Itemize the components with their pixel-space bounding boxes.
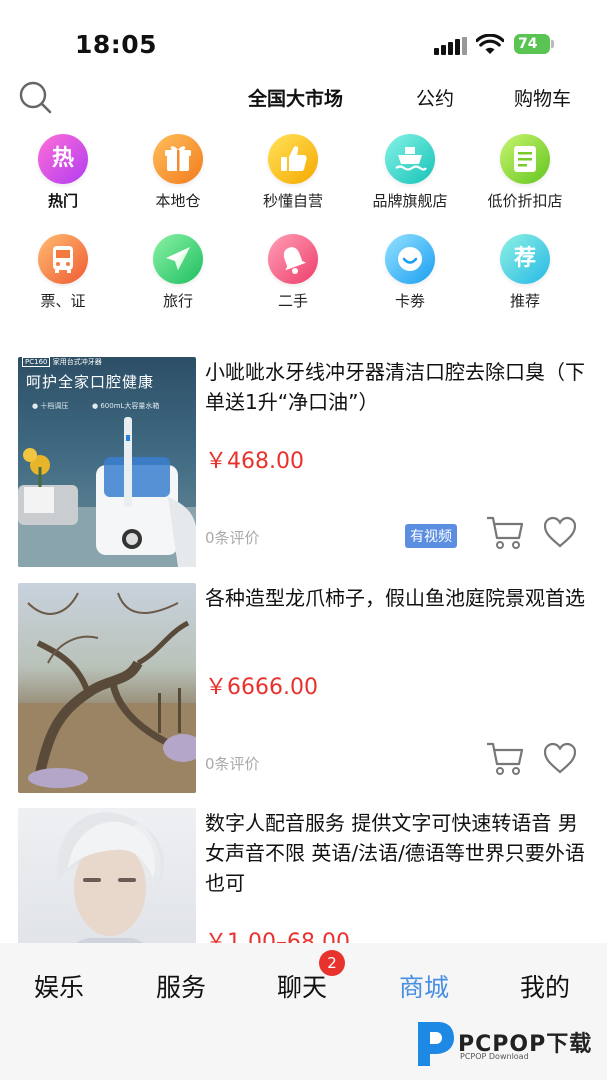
category-label: 旅行	[162, 292, 193, 310]
watermark-logo: PCPOP下载 PCPOP Download	[412, 1014, 602, 1070]
tab-national-market[interactable]: 全国大市场	[248, 84, 343, 111]
review-count: 0条评价	[205, 529, 260, 547]
tab-mall[interactable]: 商城	[379, 968, 469, 1004]
fire-icon: 热	[38, 134, 88, 184]
bell-icon	[268, 234, 318, 284]
bus-icon	[38, 234, 88, 284]
product-title[interactable]: 数字人配音服务 提供文字可快速转语音 男女声音不限 英语/法语/德语等世界只要外…	[205, 808, 590, 898]
category-label: 热门	[47, 192, 78, 210]
category-local-warehouse[interactable]: 本地仓	[123, 134, 233, 211]
review-count: 0条评价	[205, 755, 260, 773]
smile-icon	[385, 234, 435, 284]
category-label: 本地仓	[155, 192, 201, 210]
cellular-signal-icon	[434, 37, 468, 55]
category-label: 品牌旗舰店	[372, 192, 448, 210]
product-price: ￥468.00	[205, 449, 304, 474]
product-card[interactable]: 各种造型龙爪柿子，假山鱼池庭院景观首选 ￥6666.00 0条评价	[18, 583, 598, 795]
category-travel[interactable]: 旅行	[123, 234, 233, 311]
tab-shopping-cart[interactable]: 购物车	[514, 84, 571, 111]
recommend-icon: 荐	[500, 234, 550, 284]
tab-me[interactable]: 我的	[500, 968, 590, 1004]
ship-icon	[385, 134, 435, 184]
favorite-heart-icon[interactable]	[542, 515, 578, 549]
battery-tip	[551, 40, 554, 48]
product-image-digital-human[interactable]	[18, 808, 196, 943]
hot-icon-glyph: 热	[51, 146, 74, 171]
product-title[interactable]: 各种造型龙爪柿子，假山鱼池庭院景观首选	[205, 583, 590, 613]
category-label: 秒懂自营	[262, 192, 323, 210]
category-label: 推荐	[509, 292, 540, 310]
pcpop-logo-icon	[418, 1022, 454, 1066]
product-price: ￥6666.00	[205, 675, 318, 700]
digital-human-illustration	[57, 812, 164, 943]
tab-entertainment[interactable]: 娱乐	[14, 968, 104, 1004]
product-title[interactable]: 小呲呲水牙线冲牙器清洁口腔去除口臭（下单送1升“净口油”）	[205, 357, 590, 417]
category-label: 票、证	[40, 292, 86, 310]
search-icon[interactable]	[16, 78, 56, 118]
receipt-icon	[500, 134, 550, 184]
battery-level: 74	[518, 36, 538, 52]
add-to-cart-icon[interactable]	[485, 514, 525, 550]
water-flosser-illustration	[18, 417, 196, 567]
category-label: 卡劵	[394, 292, 425, 310]
product-card[interactable]: 数字人配音服务 提供文字可快速转语音 男女声音不限 英语/法语/德语等世界只要外…	[18, 808, 598, 943]
clock: 18:05	[75, 30, 158, 59]
product-card[interactable]: PC160 家用台式冲牙器 呵护全家口腔健康 ● 十档调压 ● 600mL大容量…	[18, 357, 598, 569]
wifi-icon	[476, 34, 504, 54]
category-brand-flagship[interactable]: 品牌旗舰店	[355, 134, 465, 211]
chat-unread-badge: 2	[319, 950, 345, 976]
video-badge: 有视频	[405, 524, 457, 548]
recommend-icon-glyph: 荐	[513, 246, 536, 271]
category-second-hand[interactable]: 二手	[238, 234, 348, 311]
category-tickets[interactable]: 票、证	[8, 234, 118, 311]
category-label: 低价折扣店	[487, 192, 563, 210]
product-image-persimmon-tree[interactable]	[18, 583, 196, 793]
status-bar: 18:05 74	[0, 0, 607, 72]
battery-icon: 74	[514, 34, 550, 54]
tab-services[interactable]: 服务	[136, 968, 226, 1004]
product-price: ￥1.00–68.00	[205, 930, 350, 943]
thumbs-up-icon	[268, 134, 318, 184]
add-to-cart-icon[interactable]	[485, 740, 525, 776]
category-label: 二手	[277, 292, 308, 310]
tab-convention[interactable]: 公约	[416, 84, 454, 111]
product-image-water-flosser[interactable]: PC160 家用台式冲牙器 呵护全家口腔健康 ● 十档调压 ● 600mL大容量…	[18, 357, 196, 567]
category-discount-store[interactable]: 低价折扣店	[470, 134, 580, 211]
category-coupons[interactable]: 卡劵	[355, 234, 465, 311]
category-hot[interactable]: 热 热门	[8, 134, 118, 211]
airplane-icon	[153, 234, 203, 284]
category-recommend[interactable]: 荐 推荐	[470, 234, 580, 311]
watermark-subtext: PCPOP Download	[460, 1052, 529, 1061]
gift-icon	[153, 134, 203, 184]
persimmon-tree-illustration	[18, 592, 196, 793]
top-bar: 全国大市场 公约 购物车	[0, 72, 607, 124]
favorite-heart-icon[interactable]	[542, 741, 578, 775]
category-self-run[interactable]: 秒懂自营	[238, 134, 348, 211]
